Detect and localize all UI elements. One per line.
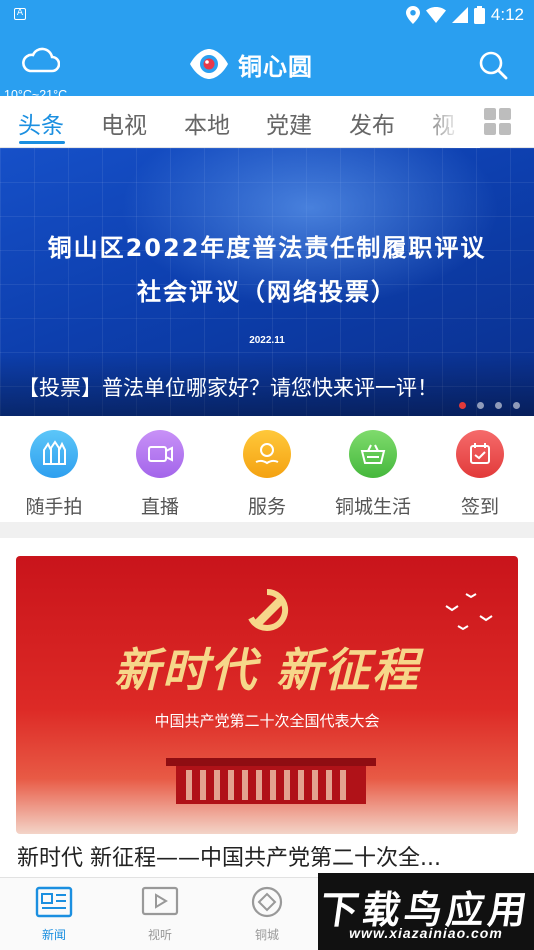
battery-icon — [473, 6, 485, 24]
app-header: 10°C~21°C 铜心圆 — [0, 30, 534, 102]
carousel-dots — [459, 402, 520, 409]
grid-icon-cell — [499, 108, 511, 120]
section-divider — [0, 522, 534, 538]
eye-logo-icon — [190, 49, 228, 79]
cloud-icon — [22, 47, 60, 73]
shortcut-row: 随手拍 直播 服务 铜城生活 签到 — [0, 416, 534, 522]
wifi-icon — [425, 7, 446, 23]
tab-party[interactable]: 党建 — [266, 106, 312, 140]
channel-tabs: 头条 电视 本地 党建 发布 视 — [0, 96, 534, 148]
shortcut-live[interactable]: 直播 — [110, 430, 210, 519]
active-tab-indicator — [19, 141, 65, 144]
carousel-dot[interactable] — [459, 402, 466, 409]
banner-date: 2022.11 — [249, 335, 285, 346]
news-icon — [35, 886, 73, 918]
play-icon — [141, 886, 179, 916]
banner-headline: 铜山区2022年度普法责任制履职评议 — [47, 234, 487, 262]
basket-icon — [349, 430, 397, 478]
notification-badge: A — [14, 8, 26, 20]
party-emblem-icon — [248, 588, 289, 631]
shortcut-checkin[interactable]: 签到 — [430, 430, 530, 519]
banner-carousel[interactable]: 铜山区2022年度普法责任制履职评议 社会评议（网络投票） 2022.11 【投… — [0, 148, 534, 416]
channel-manage-button[interactable] — [484, 108, 512, 136]
tab-headlines[interactable]: 头条 — [18, 106, 64, 140]
shortcut-label: 铜城生活 — [334, 496, 411, 518]
tab-release[interactable]: 发布 — [349, 106, 395, 140]
carousel-dot[interactable] — [477, 402, 484, 409]
banner-headline-2: 社会评议（网络投票） — [137, 278, 397, 306]
search-icon — [479, 51, 508, 80]
nav-city[interactable]: 铜城 — [237, 886, 297, 943]
tab-tv[interactable]: 电视 — [101, 106, 147, 140]
shortcut-label: 直播 — [140, 496, 179, 518]
location-icon — [405, 6, 420, 24]
app-name: 铜心圆 — [238, 52, 313, 81]
camera-icon — [30, 430, 78, 478]
nav-label: 铜城 — [254, 928, 279, 942]
site-watermark: 下载鸟应用 www.xiazainiao.com — [317, 873, 534, 950]
watermark-url: www.xiazainiao.com — [349, 925, 503, 941]
shortcut-snapshot[interactable]: 随手拍 — [4, 430, 104, 519]
shortcut-label: 随手拍 — [25, 496, 83, 518]
carousel-dot[interactable] — [513, 402, 520, 409]
checkin-icon — [456, 430, 504, 478]
news-card-image[interactable]: 新时代 新征程 中国共产党第二十次全国代表大会 — [16, 556, 518, 834]
nav-label: 新闻 — [41, 928, 66, 942]
nav-news[interactable]: 新闻 — [24, 886, 84, 943]
shortcut-city-life[interactable]: 铜城生活 — [323, 430, 423, 519]
weather-widget[interactable]: 10°C~21°C — [4, 44, 84, 102]
news-card-title[interactable]: 新时代 新征程——中国共产党第二十次全... — [17, 840, 441, 872]
video-icon — [136, 430, 184, 478]
city-icon — [251, 886, 283, 918]
clock: 4:12 — [490, 5, 524, 24]
image-subtitle: 中国共产党第二十次全国代表大会 — [154, 712, 380, 730]
status-icons: 4:12 — [405, 4, 524, 26]
carousel-dot[interactable] — [495, 402, 502, 409]
birds-icon — [445, 593, 493, 631]
tab-fade — [420, 96, 480, 148]
tab-local[interactable]: 本地 — [184, 106, 230, 140]
banner-caption: 【投票】普法单位哪家好？请您快来评一评！ — [18, 376, 438, 400]
nav-label: 视听 — [147, 928, 172, 942]
great-hall-illustration — [166, 758, 376, 804]
grid-icon — [484, 108, 496, 120]
status-bar: A 4:12 — [0, 0, 534, 30]
search-button[interactable] — [478, 50, 508, 80]
shortcut-label: 签到 — [460, 496, 499, 518]
grid-icon-cell — [499, 123, 511, 135]
app-logo: 铜心圆 — [188, 46, 313, 82]
grid-icon-cell — [484, 123, 496, 135]
shortcut-service[interactable]: 服务 — [217, 430, 317, 519]
signal-icon — [451, 7, 468, 23]
shortcut-label: 服务 — [247, 496, 286, 518]
service-icon — [243, 430, 291, 478]
nav-media[interactable]: 视听 — [130, 886, 190, 943]
